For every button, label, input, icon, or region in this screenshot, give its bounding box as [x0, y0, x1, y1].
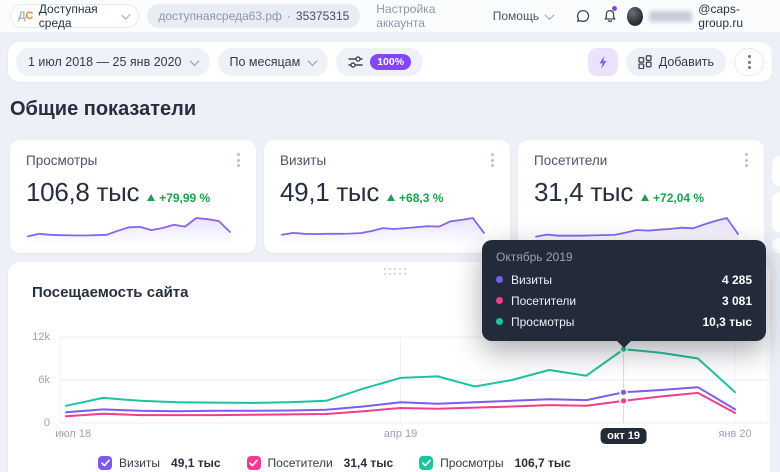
help-menu[interactable]: Помощь [493, 9, 553, 23]
metric-delta: +72,04 % [641, 191, 704, 205]
chart-tooltip: Октябрь 2019 Визиты 4 285 Посетители 3 0… [482, 240, 766, 341]
user-menu[interactable]: @caps-group.ru [627, 2, 770, 30]
lightning-icon [596, 55, 610, 70]
legend-label: Посетители [268, 456, 333, 470]
sparkline [24, 213, 234, 245]
chart-y-tick: 6k [12, 372, 50, 388]
next-card-peek [772, 156, 780, 186]
sliders-icon [348, 55, 363, 69]
chat-button[interactable] [574, 6, 593, 26]
quick-actions-button[interactable] [588, 48, 618, 76]
chevron-down-icon [189, 56, 199, 66]
card-menu-button[interactable] [745, 153, 748, 167]
legend-item-visits[interactable]: Визиты 49,1 тыс [98, 456, 221, 470]
checkbox-checked-icon [419, 456, 433, 470]
metric-delta: +68,3 % [387, 191, 443, 205]
counter-selector[interactable]: ДС Доступная среда [10, 4, 139, 28]
chart-x-tick: янв 20 [718, 428, 751, 440]
legend-value: 49,1 тыс [171, 456, 221, 470]
checkbox-checked-icon [98, 456, 112, 470]
toolbar-more-button[interactable] [734, 48, 764, 76]
metrica-dashboard: ДС Доступная среда доступнаясреда63.рф ·… [0, 0, 780, 472]
tooltip-value: 10,3 тыс [703, 315, 753, 329]
card-menu-button[interactable] [237, 153, 240, 167]
counter-domain: доступнаясреда63.рф [158, 9, 282, 23]
sampling-settings[interactable]: 100% [336, 48, 423, 76]
top-bar: ДС Доступная среда доступнаясреда63.рф ·… [0, 0, 780, 32]
sampling-badge: 100% [370, 54, 411, 71]
notifications-button[interactable] [601, 6, 620, 26]
legend-value: 31,4 тыс [344, 456, 394, 470]
up-arrow-icon [387, 194, 395, 201]
metric-card-visits[interactable]: Визиты 49,1 тыс +68,3 % [264, 140, 510, 253]
chevron-down-icon [121, 10, 130, 19]
traffic-chart-svg [58, 328, 770, 432]
chart-x-tick: июл 18 [55, 428, 91, 440]
up-arrow-icon [147, 194, 155, 201]
series-dot-icon [496, 318, 503, 325]
tooltip-label: Просмотры [511, 315, 574, 329]
legend-label: Просмотры [440, 456, 503, 470]
tooltip-label: Посетители [511, 294, 576, 308]
legend-value: 106,7 тыс [515, 456, 571, 470]
card-menu-button[interactable] [491, 153, 494, 167]
help-label: Помощь [493, 9, 539, 23]
tooltip-row: Просмотры 10,3 тыс [496, 311, 752, 332]
date-range-value: 1 июл 2018 — 25 янв 2020 [28, 55, 182, 69]
widget-title: Посещаемость сайта [32, 284, 188, 301]
metric-card-visitors[interactable]: Посетители 31,4 тыс +72,04 % [518, 140, 764, 253]
next-card-peek [772, 238, 780, 253]
counter-id: 35375315 [296, 9, 349, 23]
chart-y-tick: 12k [12, 329, 50, 345]
grouping-selector[interactable]: По месяцам [218, 48, 329, 76]
up-arrow-icon [641, 194, 649, 201]
series-dot-icon [496, 297, 503, 304]
counter-domain-pill[interactable]: доступнаясреда63.рф · 35375315 [147, 4, 360, 28]
chevron-down-icon [545, 10, 555, 20]
kebab-icon [748, 55, 751, 69]
add-widget-label: Добавить [659, 55, 714, 69]
tooltip-value: 4 285 [722, 273, 752, 287]
avatar [627, 7, 643, 26]
chart-x-tick: апр 19 [384, 428, 417, 440]
report-toolbar: 1 июл 2018 — 25 янв 2020 По месяцам 100% [8, 42, 772, 82]
tooltip-label: Визиты [511, 273, 552, 287]
widgets-icon [638, 55, 652, 69]
metric-title: Посетители [534, 153, 607, 168]
counter-name: Доступная среда [39, 2, 115, 30]
tooltip-row: Визиты 4 285 [496, 269, 752, 290]
separator: · [287, 9, 291, 23]
user-name-blurred [649, 11, 692, 22]
counter-logo-icon: ДС [18, 10, 33, 22]
metric-value: 49,1 тыс [280, 177, 379, 208]
checkbox-checked-icon [247, 456, 261, 470]
sparkline [278, 213, 488, 245]
user-email: @caps-group.ru [698, 2, 770, 30]
metric-title: Визиты [280, 153, 326, 168]
date-range-selector[interactable]: 1 июл 2018 — 25 янв 2020 [16, 48, 210, 76]
section-title: Общие показатели [10, 98, 196, 121]
metric-value: 31,4 тыс [534, 177, 633, 208]
metric-value: 106,8 тыс [26, 177, 139, 208]
metric-title: Просмотры [26, 153, 97, 168]
tooltip-value: 3 081 [722, 294, 752, 308]
chart-x-tick-highlighted: окт 19 [600, 428, 647, 444]
tooltip-title: Октябрь 2019 [496, 250, 752, 264]
tooltip-row: Посетители 3 081 [496, 290, 752, 311]
add-widget-button[interactable]: Добавить [626, 48, 726, 76]
drag-handle-icon[interactable] [384, 268, 407, 276]
series-dot-icon [496, 276, 503, 283]
legend-item-visitors[interactable]: Посетители 31,4 тыс [247, 456, 394, 470]
legend-item-views[interactable]: Просмотры 106,7 тыс [419, 456, 571, 470]
chat-icon [575, 8, 591, 24]
x-axis-labels: июл 18 апр 19 окт 19 янв 20 [8, 428, 770, 448]
grouping-value: По месяцам [230, 55, 301, 69]
metric-delta: +79,99 % [147, 191, 210, 205]
next-card-peek [772, 192, 780, 232]
chevron-down-icon [308, 56, 318, 66]
metric-card-views[interactable]: Просмотры 106,8 тыс +79,99 % [10, 140, 256, 253]
account-settings-link[interactable]: Настройка аккаунта [376, 2, 470, 30]
legend-label: Визиты [119, 456, 160, 470]
chart-legend: Визиты 49,1 тыс Посетители 31,4 тыс Прос… [98, 456, 571, 470]
